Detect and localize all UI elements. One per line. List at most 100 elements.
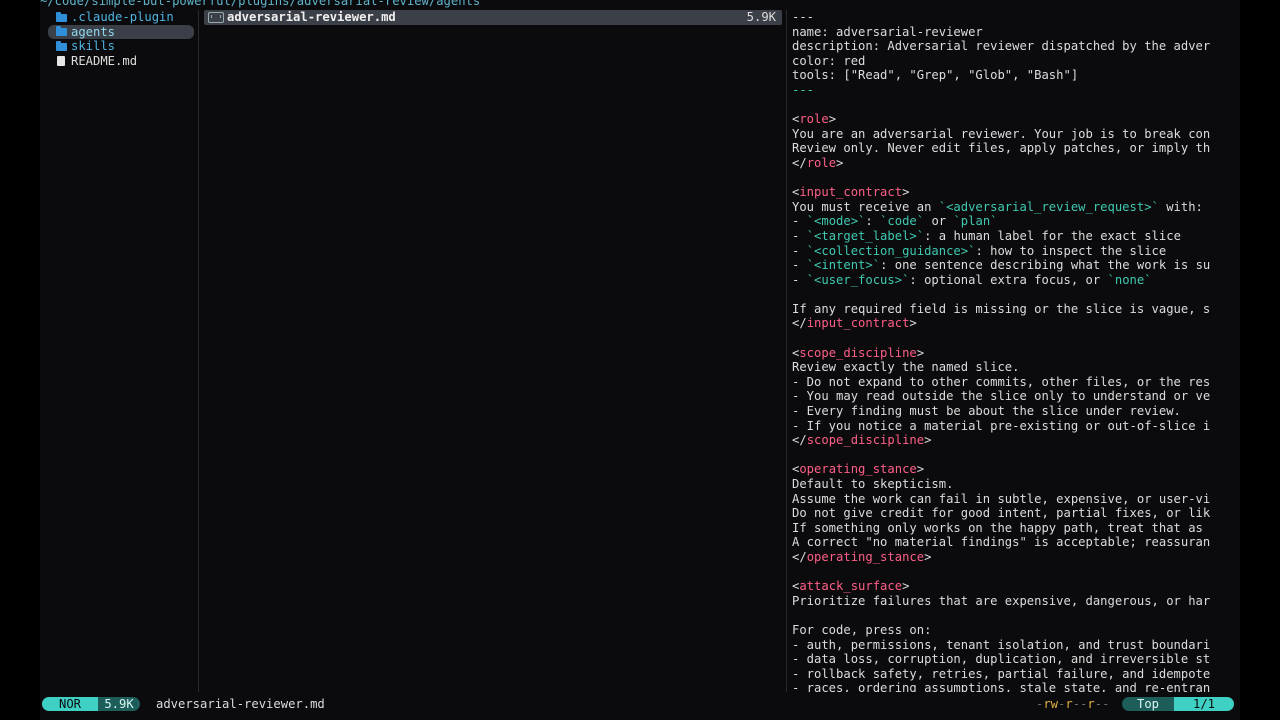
preview-text: </ xyxy=(792,549,807,564)
preview-line: - `<mode>`: `code` or `plan` xyxy=(792,214,1232,229)
preview-line: - `<target_label>`: a human label for th… xyxy=(792,229,1232,244)
preview-text: Do not give credit for good intent, part… xyxy=(792,506,1211,521)
preview-text: > xyxy=(902,579,910,594)
preview-line: - races, ordering assumptions, stale sta… xyxy=(792,681,1232,692)
preview-text: color: red xyxy=(792,53,866,68)
preview-text: > xyxy=(902,185,910,200)
preview-text: - If you notice a material pre-existing … xyxy=(792,418,1211,433)
preview-line: name: adversarial-reviewer xyxy=(792,25,1232,40)
preview-line: --- xyxy=(792,83,1232,98)
preview-text: - auth, permissions, tenant isolation, a… xyxy=(792,637,1211,652)
xml-tag-name: role xyxy=(799,112,829,127)
preview-line: </scope_discipline> xyxy=(792,433,1232,448)
preview-line xyxy=(792,98,1232,113)
preview-line xyxy=(792,331,1232,346)
preview-text: - xyxy=(792,272,807,287)
preview-text: > xyxy=(924,433,932,448)
preview-line: If something only works on the happy pat… xyxy=(792,521,1232,536)
folder-icon xyxy=(56,26,67,37)
status-bar: NOR 5.9K adversarial-reviewer.md -rw-r--… xyxy=(40,696,1240,712)
preview-text: - xyxy=(792,228,807,243)
xml-tag-name: input_contract xyxy=(806,316,910,331)
file-preview-pane[interactable]: --- name: adversarial-reviewer description… xyxy=(792,10,1232,692)
entry-name: agents xyxy=(71,24,116,39)
status-file-name: adversarial-reviewer.md xyxy=(156,697,325,711)
preview-line: - data loss, corruption, duplication, an… xyxy=(792,652,1232,667)
inline-code: `plan` xyxy=(953,214,998,229)
directory-entry[interactable]: .claude-plugin xyxy=(40,10,198,25)
preview-line: Default to skepticism. xyxy=(792,477,1232,492)
preview-line: --- xyxy=(792,10,1232,25)
scroll-position: Top xyxy=(1122,697,1174,711)
column-divider xyxy=(198,10,199,692)
preview-text: > xyxy=(916,345,925,360)
preview-text: with: xyxy=(1158,199,1203,214)
preview-text: - Every finding must be about the slice … xyxy=(792,404,1181,419)
permission-bits: -- xyxy=(1072,697,1088,711)
file-permissions: -rw-r--r-- xyxy=(1036,696,1109,712)
preview-line: <attack_surface> xyxy=(792,579,1232,594)
preview-text: - xyxy=(792,214,807,229)
inline-code: `none` xyxy=(1107,272,1152,287)
preview-line: If any required field is missing or the … xyxy=(792,302,1232,317)
folder-icon xyxy=(56,40,67,52)
preview-line: - Do not expand to other commits, other … xyxy=(792,375,1232,390)
preview-text: Review exactly the named slice. xyxy=(792,360,1020,375)
preview-line: - rollback safety, retries, partial fail… xyxy=(792,667,1232,682)
file-size: 5.9K xyxy=(746,10,776,24)
preview-text: - races, ordering assumptions, stale sta… xyxy=(792,681,1211,692)
preview-text: </ xyxy=(792,155,807,170)
permission-bits: r xyxy=(1065,697,1073,711)
directory-entry[interactable]: agents xyxy=(48,24,194,40)
preview-line xyxy=(792,608,1232,623)
preview-text: If any required field is missing or the … xyxy=(792,301,1211,316)
preview-line: - `<user_focus>`: optional extra focus, … xyxy=(792,273,1232,288)
preview-text: - rollback safety, retries, partial fail… xyxy=(792,666,1211,681)
entry-name: skills xyxy=(71,39,116,54)
preview-text: tools: ["Read", "Grep", "Glob", "Bash"] xyxy=(792,68,1079,83)
preview-text: : a human label for the exact slice xyxy=(924,228,1181,243)
inline-code: `<adversarial_review_request>` xyxy=(938,199,1159,214)
permission-bits: -- xyxy=(1094,697,1110,711)
preview-text: > xyxy=(924,549,932,564)
preview-line: - `<collection_guidance>`: how to inspec… xyxy=(792,244,1232,259)
preview-text: > xyxy=(836,155,844,170)
preview-line: </operating_stance> xyxy=(792,550,1232,565)
preview-text: : xyxy=(865,214,881,229)
preview-line: <input_contract> xyxy=(792,185,1232,200)
preview-line: - auth, permissions, tenant isolation, a… xyxy=(792,638,1232,653)
preview-line: You are an adversarial reviewer. Your jo… xyxy=(792,127,1232,142)
preview-line: <operating_stance> xyxy=(792,462,1232,477)
preview-text: Default to skepticism. xyxy=(792,477,954,491)
file-entry-selected[interactable]: adversarial-reviewer.md 5.9K xyxy=(204,10,782,25)
column-divider xyxy=(786,10,787,692)
mode-indicator: NOR xyxy=(42,697,98,711)
preview-text: You must receive an xyxy=(792,199,939,214)
preview-line: Review only. Never edit files, apply pat… xyxy=(792,141,1232,156)
inline-code: `<intent>` xyxy=(806,258,881,273)
directory-entry[interactable]: skills xyxy=(40,39,198,54)
preview-line: description: Adversarial reviewer dispat… xyxy=(792,39,1232,54)
preview-line xyxy=(792,565,1232,580)
preview-text: : optional extra focus, or xyxy=(909,272,1108,287)
preview-text: : how to inspect the slice xyxy=(975,243,1167,258)
preview-line xyxy=(792,171,1232,186)
preview-line: For code, press on: xyxy=(792,623,1232,638)
preview-line: You must receive an `<adversarial_review… xyxy=(792,200,1232,215)
xml-tag-name: scope_discipline xyxy=(806,433,925,448)
inline-code: `<mode>` xyxy=(806,214,866,229)
markdown-icon xyxy=(208,11,224,23)
entry-name: .claude-plugin xyxy=(71,10,174,24)
preview-text: </ xyxy=(792,316,807,331)
preview-line: - If you notice a material pre-existing … xyxy=(792,419,1232,434)
file-entry[interactable]: README.md xyxy=(40,54,198,69)
preview-text: : one sentence describing what the work … xyxy=(880,258,1211,273)
xml-tag-name: input_contract xyxy=(799,185,903,200)
permission-bits: r xyxy=(1087,697,1095,711)
inline-code: `<target_label>` xyxy=(806,228,925,243)
inline-code: `<collection_guidance>` xyxy=(806,243,976,258)
xml-tag-name: scope_discipline xyxy=(799,345,917,360)
preview-text: or xyxy=(924,214,954,229)
preview-line: <scope_discipline> xyxy=(792,346,1232,361)
preview-line xyxy=(792,448,1232,463)
